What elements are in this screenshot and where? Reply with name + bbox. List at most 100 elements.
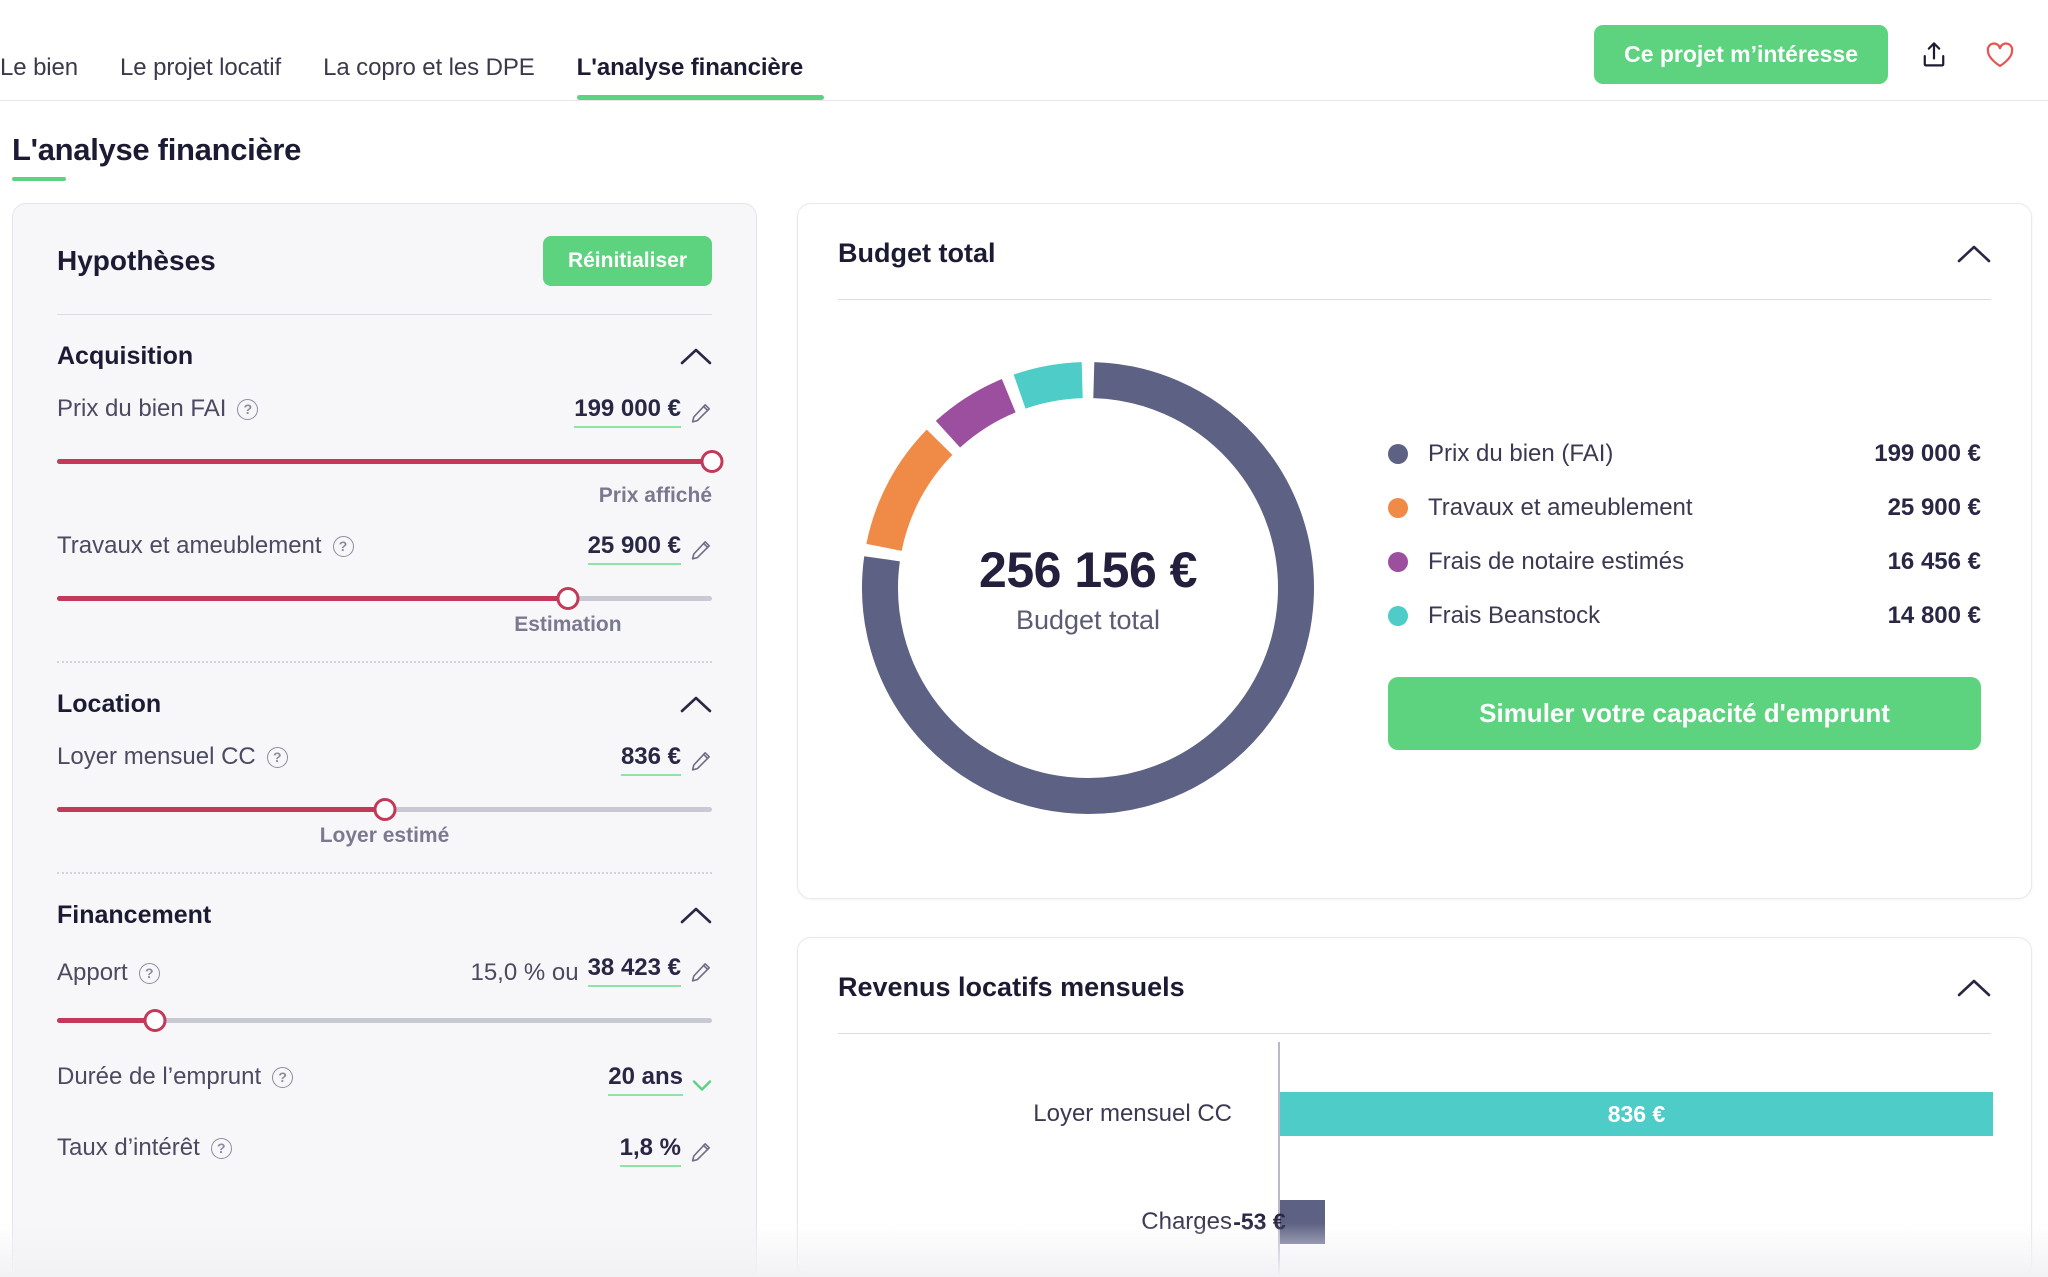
field-value-number[interactable]: 836 € xyxy=(620,743,681,776)
budget-card-header[interactable]: Budget total xyxy=(838,238,1991,299)
section-header-acquisition[interactable]: Acquisition xyxy=(57,315,712,395)
edit-pencil-icon[interactable] xyxy=(690,539,712,561)
field-row: Travaux et ameublement? 25 900 € xyxy=(57,532,712,569)
edit-pencil-icon[interactable] xyxy=(690,750,712,772)
hypotheses-panel: Hypothèses Réinitialiser Acquisition Prix… xyxy=(12,203,757,1277)
slider-caption-wrap: Estimation xyxy=(57,613,712,643)
help-icon[interactable]: ? xyxy=(210,1137,232,1159)
field-value-number[interactable]: 199 000 € xyxy=(574,395,681,428)
field-row: Apport? 15,0 % ou 38 423 € xyxy=(57,954,712,991)
bar-value-label: -53 € xyxy=(1233,1208,1286,1235)
heart-icon[interactable] xyxy=(1980,35,2020,75)
edit-pencil-icon[interactable] xyxy=(690,402,712,424)
section-title: Acquisition xyxy=(57,342,194,370)
bar-category-label: Charges xyxy=(1141,1208,1232,1235)
legend-label: Travaux et ameublement xyxy=(1428,493,1693,521)
slider-thumb[interactable] xyxy=(556,587,580,610)
field-value-number[interactable]: 25 900 € xyxy=(587,532,681,565)
chevron-up-icon[interactable] xyxy=(680,695,712,714)
field-value: 1,8 % xyxy=(619,1134,712,1167)
field-label-text: Durée de l’emprunt xyxy=(57,1063,262,1090)
field-label: Prix du bien FAI? xyxy=(57,395,259,423)
field-label-text: Loyer mensuel CC xyxy=(57,743,256,770)
field-value-number[interactable]: 38 423 € xyxy=(587,954,681,987)
chevron-up-icon[interactable] xyxy=(1957,978,1991,998)
bar-category-label: Loyer mensuel CC xyxy=(1033,1100,1232,1127)
chevron-up-icon[interactable] xyxy=(1957,244,1991,264)
budget-legend: Prix du bien (FAI) 199 000 € Travaux et am… xyxy=(1388,427,1991,750)
slider-thumb[interactable] xyxy=(143,1009,167,1032)
donut-total-label: Budget total xyxy=(1015,604,1161,635)
share-icon[interactable] xyxy=(1914,35,1954,75)
section-header-financement[interactable]: Financement xyxy=(57,874,712,954)
reset-button[interactable]: Réinitialiser xyxy=(542,236,712,286)
slider-thumb[interactable] xyxy=(373,798,396,821)
legend-label: Frais Beanstock xyxy=(1428,601,1601,629)
legend-color-dot xyxy=(1388,605,1408,626)
tab-le-bien[interactable]: Le bien xyxy=(0,54,99,100)
tab-la-copro-et-les-dpe[interactable]: La copro et les DPE xyxy=(302,54,556,100)
donut-total-value: 256 156 € xyxy=(979,541,1197,598)
rental-card-title: Revenus locatifs mensuels xyxy=(838,972,1185,1002)
help-icon[interactable]: ? xyxy=(237,398,259,420)
slider[interactable] xyxy=(57,1005,712,1035)
tab-le-projet-locatif[interactable]: Le projet locatif xyxy=(99,54,302,100)
legend-value: 14 800 € xyxy=(1887,601,1981,629)
bar-area: -53 € xyxy=(1233,1150,1991,1276)
chevron-up-icon[interactable] xyxy=(680,906,712,925)
budget-card-title: Budget total xyxy=(838,238,996,268)
field-value: 25 900 € xyxy=(587,532,712,565)
slider-fill xyxy=(57,459,712,464)
chevron-up-icon[interactable] xyxy=(680,347,712,366)
section-header-location[interactable]: Location xyxy=(57,663,712,743)
edit-pencil-icon[interactable] xyxy=(690,961,712,983)
legend-color-dot xyxy=(1388,443,1408,464)
top-actions: Ce projet m’intéresse xyxy=(1594,25,2020,84)
help-icon[interactable]: ? xyxy=(272,1066,294,1088)
bar-area: 836 € xyxy=(1278,1042,1993,1186)
legend-value: 25 900 € xyxy=(1887,493,1981,521)
field-row: Loyer mensuel CC? 836 € xyxy=(57,743,712,780)
simulate-loan-button[interactable]: Simuler votre capacité d'emprunt xyxy=(1388,676,1981,750)
rental-card-header[interactable]: Revenus locatifs mensuels xyxy=(838,972,1991,1033)
legend-row: Frais Beanstock 14 800 € xyxy=(1388,589,1981,643)
field-value: 199 000 € xyxy=(574,395,712,428)
tab-l-analyse-financi-re[interactable]: L'analyse financière xyxy=(556,54,825,100)
interested-button[interactable]: Ce projet m’intéresse xyxy=(1594,25,1888,84)
bar xyxy=(1280,1200,1326,1244)
legend-value: 199 000 € xyxy=(1874,439,1981,467)
slider[interactable] xyxy=(57,794,712,824)
hypotheses-header: Hypothèses Réinitialiser xyxy=(57,236,712,314)
slider[interactable] xyxy=(57,446,724,476)
tab-list: Le bien Le projet locatif La copro et les … xyxy=(0,54,825,100)
right-column: Budget total 256 156 € Budget total Prix… xyxy=(0,203,2048,1277)
field-label: Taux d’intérêt? xyxy=(57,1134,232,1162)
field-row: Durée de l’emprunt? 20 ans xyxy=(57,1063,712,1100)
slider-fill xyxy=(57,1018,156,1023)
field-row: Taux d’intérêt? 1,8 % xyxy=(57,1134,712,1171)
legend-row: Frais de notaire estimés 16 456 € xyxy=(1388,535,1981,589)
slider-fill xyxy=(57,596,568,601)
chevron-down-icon[interactable] xyxy=(692,1079,712,1092)
legend-label: Frais de notaire estimés xyxy=(1428,547,1685,575)
hypotheses-title: Hypothèses xyxy=(57,245,216,276)
field-label: Loyer mensuel CC? xyxy=(57,743,288,771)
help-icon[interactable]: ? xyxy=(332,535,354,557)
section-title: Financement xyxy=(57,901,212,929)
help-icon[interactable]: ? xyxy=(138,962,160,984)
slider-fill xyxy=(57,807,385,812)
section-title: Location xyxy=(57,690,162,718)
field-value-number[interactable]: 20 ans xyxy=(608,1063,683,1096)
donut-center-labels: 256 156 € Budget total xyxy=(838,338,1338,838)
field-label-text: Taux d’intérêt xyxy=(57,1134,200,1161)
slider-thumb[interactable] xyxy=(700,450,724,473)
field-prix-du-bien-fai: Prix du bien FAI? 199 000 € Prix affiché xyxy=(57,395,724,532)
field-label-text: Apport xyxy=(57,959,128,986)
legend-row: Prix du bien (FAI) 199 000 € xyxy=(1388,427,1981,481)
main-content: Hypothèses Réinitialiser Acquisition Prix… xyxy=(0,181,2048,1277)
help-icon[interactable]: ? xyxy=(266,746,288,768)
field-value-number[interactable]: 1,8 % xyxy=(619,1134,681,1167)
edit-pencil-icon[interactable] xyxy=(690,1141,712,1163)
slider[interactable] xyxy=(57,583,712,613)
bar-value-label: 836 € xyxy=(1607,1100,1666,1127)
